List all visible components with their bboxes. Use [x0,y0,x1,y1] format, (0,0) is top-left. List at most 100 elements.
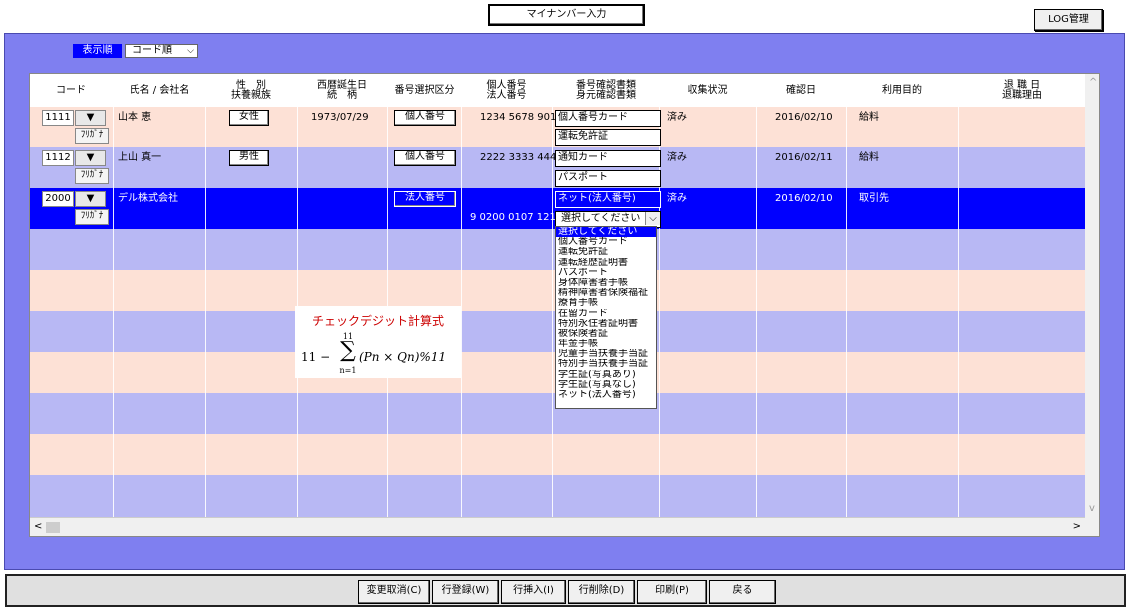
dropdown-option[interactable]: 身体障害者手帳 [556,278,656,288]
purpose-cell[interactable]: 取引先 [859,193,889,205]
formula-body: (Pn × Qn)%11 [359,350,447,364]
purpose-cell[interactable]: 給料 [859,112,879,124]
code-input[interactable]: 1111 [42,110,74,126]
scroll-left-icon[interactable]: < [34,521,42,532]
data-grid: コード 氏名 / 会社名 性 別 扶養親族 西暦誕生日 続 柄 番号選択区分 個… [29,73,1100,537]
confirm-date-cell[interactable]: 2016/02/11 [775,152,833,164]
column-divider [205,107,206,517]
column-divider [846,107,847,517]
identity-document-select[interactable]: パスポート [555,170,661,187]
check-digit-formula: チェックデジット計算式 11 − 11 ∑ n=1 (Pn × Qn)%11 [295,306,461,378]
back-button[interactable]: 戻る [709,580,776,604]
identity-document-select[interactable]: 運転免許証 [555,129,661,146]
header-code: コード [56,84,86,96]
number-cell[interactable]: 2222 3333 4440 [480,152,563,164]
formula-lead: 11 − [301,350,331,364]
sort-order-select[interactable]: コード順 ⌵ [125,44,198,58]
row-dropdown-button[interactable]: ▼ [75,110,106,126]
confirm-date-cell[interactable]: 2016/02/10 [775,112,833,124]
collection-status-cell[interactable]: 済み [667,152,687,164]
scroll-up-icon[interactable]: ^ [1089,77,1097,88]
dropdown-option[interactable]: 児童手当扶養手当証 [556,349,656,359]
dropdown-option[interactable]: 学生証(写真あり) [556,370,656,380]
furigana-button[interactable]: ﾌﾘｶﾞﾅ [75,128,109,144]
dropdown-option[interactable]: 個人番号カード [556,237,656,247]
header-birthdate: 西暦誕生日 続 柄 [317,79,367,101]
bottom-toolbar: 変更取消(C) 行登録(W) 行挿入(I) 行削除(D) 印刷(P) 戻る [5,574,1126,607]
gender-button[interactable]: 女性 [229,110,269,126]
column-divider [756,107,757,517]
header-name: 氏名 / 会社名 [129,84,190,96]
purpose-cell[interactable]: 給料 [859,152,879,164]
sum-lower-limit: n=1 [339,366,357,375]
header-collection-status: 収集状況 [687,84,728,96]
code-input[interactable]: 1112 [42,150,74,166]
collection-status-cell[interactable]: 済み [667,112,687,124]
register-row-button[interactable]: 行登録(W) [432,580,499,604]
furigana-button[interactable]: ﾌﾘｶﾞﾅ [75,209,109,225]
column-divider [461,107,462,517]
document-select[interactable]: 通知カード [555,150,661,167]
header-documents: 番号確認書類 身元確認書類 [576,79,636,101]
dropdown-option[interactable]: ネット(法人番号) [556,390,656,400]
dropdown-option[interactable]: 特別手当扶養手当証 [556,359,656,369]
vertical-scrollbar[interactable]: ^ v [1085,74,1099,517]
chevron-down-icon: ⌵ [645,212,660,225]
dropdown-option[interactable]: 学生証(写真なし) [556,380,656,390]
scroll-right-icon[interactable]: > [1073,521,1081,532]
birthdate-cell[interactable]: 1973/07/29 [311,112,369,124]
identity-document-value: 選択してください [561,213,641,224]
log-management-button[interactable]: LOG管理 [1034,9,1103,31]
header-retirement: 退 職 日 退職理由 [1002,79,1042,101]
number-type-button[interactable]: 個人番号 [394,150,456,166]
dropdown-option[interactable]: 精神障害者保険福祉 [556,288,656,298]
header-gender: 性 別 扶養親族 [231,79,271,101]
empty-row[interactable] [30,475,1085,517]
dropdown-option[interactable]: 療育手帳 [556,298,656,308]
dropdown-option[interactable]: 在留カード [556,309,656,319]
empty-row[interactable] [30,434,1085,475]
code-input[interactable]: 2000 [42,191,74,207]
cancel-changes-button[interactable]: 変更取消(C) [358,580,430,604]
my-number-input-button[interactable]: マイナンバー入力 [488,4,645,26]
header-number: 個人番号 法人番号 [486,79,527,101]
column-divider [659,107,660,517]
chevron-down-icon: ⌵ [187,46,194,56]
dropdown-option[interactable]: 選択してください [556,227,656,238]
document-select[interactable]: 個人番号カード [555,110,661,127]
collection-status-cell[interactable]: 済み [667,193,687,205]
dropdown-option[interactable]: 被保険者証 [556,329,656,339]
number-cell[interactable]: 1234 5678 9018 [480,112,563,124]
sigma-icon: ∑ [340,338,356,363]
confirm-date-cell[interactable]: 2016/02/10 [775,193,833,205]
dropdown-option[interactable]: 年金手帳 [556,339,656,349]
horizontal-scroll-thumb[interactable] [46,522,60,533]
column-divider [113,107,114,517]
scroll-down-icon[interactable]: v [1089,503,1095,514]
number-cell[interactable]: 9 0200 0107 1212 [470,212,562,224]
horizontal-scrollbar[interactable]: < > [30,517,1085,536]
number-type-button[interactable]: 法人番号 [394,191,456,207]
name-cell[interactable]: デル株式会社 [118,193,178,205]
dropdown-option[interactable]: 運転免許証 [556,247,656,257]
delete-row-button[interactable]: 行削除(D) [568,580,635,604]
insert-row-button[interactable]: 行挿入(I) [501,580,566,604]
dropdown-option[interactable]: 特別永住者証明書 [556,319,656,329]
name-cell[interactable]: 山本 恵 [118,112,151,124]
row-dropdown-button[interactable]: ▼ [75,191,106,207]
furigana-button[interactable]: ﾌﾘｶﾞﾅ [75,168,109,184]
formula-title: チェックデジット計算式 [311,314,444,328]
dropdown-option[interactable]: 運転経歴証明書 [556,258,656,268]
gender-button[interactable]: 男性 [229,150,269,166]
name-cell[interactable]: 上山 真一 [118,152,161,164]
print-button[interactable]: 印刷(P) [637,580,707,604]
document-select[interactable]: ネット(法人番号) [555,191,661,208]
column-divider [552,107,553,517]
header-confirm-date: 確認日 [786,84,816,96]
number-type-button[interactable]: 個人番号 [394,110,456,126]
row-dropdown-button[interactable]: ▼ [75,150,106,166]
header-purpose: 利用目的 [882,84,922,96]
header-number-type: 番号選択区分 [394,84,455,96]
dropdown-option[interactable]: パスポート [556,268,656,278]
document-dropdown-list[interactable]: 選択してください 個人番号カード 運転免許証 運転経歴証明書 パスポート 身体障… [555,226,657,409]
